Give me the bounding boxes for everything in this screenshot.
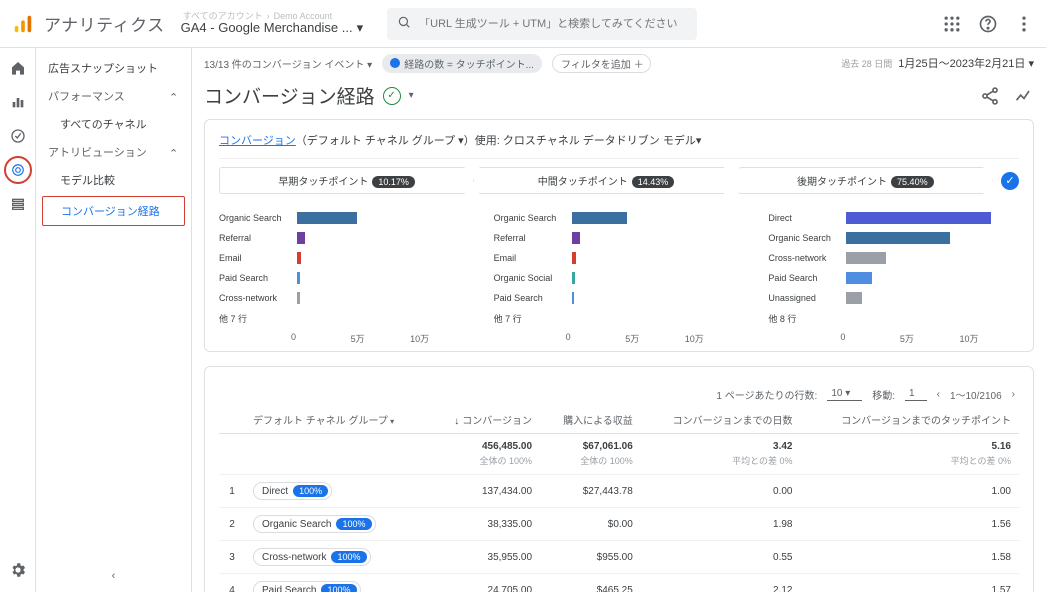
col-days[interactable]: コンバージョンまでの日数 [641,406,801,434]
chart-bar: Email [219,248,470,268]
status-dropdown-icon[interactable]: ▾ [409,90,414,101]
add-filter-button[interactable]: フィルタを追加＋ [552,54,651,73]
chart-bar: Paid Search [219,268,470,288]
tab-mid-touchpoint[interactable]: 中間タッチポイント14.43% [478,167,733,194]
chart-bar: Email [494,248,745,268]
chevron-up-icon: ⌃ [169,147,179,157]
filter-chip[interactable]: 経路の数 = タッチポイント... [382,54,542,73]
insights-icon[interactable] [1014,86,1034,106]
date-range-picker[interactable]: 1月25日～2023年2月21日 ▾ [898,55,1034,71]
help-icon[interactable] [978,14,998,34]
period-label: 過去 28 日間 [841,57,892,70]
rail-reports-icon[interactable] [4,88,32,116]
chart-bar: Cross-network [768,248,1019,268]
nav-performance[interactable]: パフォーマンス ⌃ [36,82,191,110]
apps-icon[interactable] [942,14,962,34]
col-revenue[interactable]: 購入による収益 [540,406,641,434]
search-icon [397,15,411,32]
rail-config-icon[interactable] [4,190,32,218]
channel-chip[interactable]: Organic Search100% [253,515,376,533]
nav-snapshot[interactable]: 広告スナップショット [36,54,191,82]
col-touchpoints[interactable]: コンバージョンまでのタッチポイント [800,406,1019,434]
channel-chip[interactable]: Cross-network100% [253,548,371,566]
rail-explore-icon[interactable] [4,122,32,150]
tab-early-touchpoint[interactable]: 早期タッチポイント10.17% [219,167,474,194]
channel-chip[interactable]: Direct100% [253,482,332,500]
brand-name: アナリティクス [44,11,165,36]
event-count[interactable]: 13/13 件のコンバージョン イベント ▾ [204,56,372,71]
table-row[interactable]: 4 Paid Search100% 24,705.00$465.252.121.… [219,574,1019,592]
share-icon[interactable] [980,86,1000,106]
chart-bar: Organic Social [494,268,745,288]
touchpoint-card: コンバージョン（デフォルト チャネル グループ ▾）使用: クロスチャネル デー… [204,119,1034,352]
conversion-settings[interactable]: コンバージョン（デフォルト チャネル グループ ▾）使用: クロスチャネル デー… [219,132,1019,159]
conversion-path-table: デフォルト チャネル グループ コンバージョン 購入による収益 コンバージョンま… [219,406,1019,592]
chart-bar: Paid Search [494,288,745,308]
pager-next-icon[interactable]: › [1012,389,1015,400]
ga-logo-icon [12,13,34,35]
property-selector[interactable]: すべてのアカウント›Demo Account GA4 - Google Merc… [181,11,364,36]
chart-bar: Organic Search [768,228,1019,248]
rail-home-icon[interactable] [4,54,32,82]
chart-bar: Referral [219,228,470,248]
col-channel-group[interactable]: デフォルト チャネル グループ [253,416,394,427]
search-box[interactable] [387,8,697,40]
nav-attribution[interactable]: アトリビューション ⌃ [36,138,191,166]
chart-bar: Paid Search [768,268,1019,288]
tab-late-touchpoint[interactable]: 後期タッチポイント75.40% [738,167,993,194]
chart-bar: 他 7 行 [219,308,470,328]
chart-bar: Organic Search [494,208,745,228]
chart-bar: 他 8 行 [768,308,1019,328]
nav-model-compare[interactable]: モデル比較 [36,166,191,194]
table-row[interactable]: 2 Organic Search100% 38,335.00$0.001.981… [219,508,1019,541]
rows-per-page-select[interactable]: 10 ▾ [827,388,862,401]
chevron-up-icon: ⌃ [169,91,179,101]
search-input[interactable] [419,18,687,30]
goto-label: 移動: [872,387,895,402]
rail-ads-icon[interactable] [4,156,32,184]
table-row[interactable]: 1 Direct100% 137,434.00$27,443.780.001.0… [219,475,1019,508]
pager-range: 1～10/2106 [950,387,1002,402]
more-vert-icon[interactable] [1014,14,1034,34]
nav-all-channels[interactable]: すべてのチャネル [36,110,191,138]
chart-bar: 他 7 行 [494,308,745,328]
nav-conversion-paths[interactable]: コンバージョン経路 [42,196,185,226]
table-row[interactable]: 3 Cross-network100% 35,955.00$955.000.55… [219,541,1019,574]
goto-page-input[interactable]: 1 [905,388,927,401]
channel-chip[interactable]: Paid Search100% [253,581,361,592]
chart-bar: Direct [768,208,1019,228]
chart-bar: Unassigned [768,288,1019,308]
path-table-card: 1 ページあたりの行数: 10 ▾ 移動: 1 ‹ 1～10/2106 › デフ… [204,366,1034,592]
collapse-sidebar-icon[interactable]: ‹ [112,570,116,582]
rail-settings-icon[interactable] [4,556,32,584]
chart-bar: Organic Search [219,208,470,228]
rows-per-page-label: 1 ページあたりの行数: [716,387,817,402]
chart-bar: Referral [494,228,745,248]
chart-bar: Cross-network [219,288,470,308]
status-check-icon[interactable]: ✓ [383,87,401,105]
page-title: コンバージョン経路 [204,82,375,109]
chevron-down-icon: ▾ [357,21,364,36]
touchpoint-check-icon[interactable]: ✓ [1001,172,1019,190]
pager-prev-icon[interactable]: ‹ [937,389,940,400]
